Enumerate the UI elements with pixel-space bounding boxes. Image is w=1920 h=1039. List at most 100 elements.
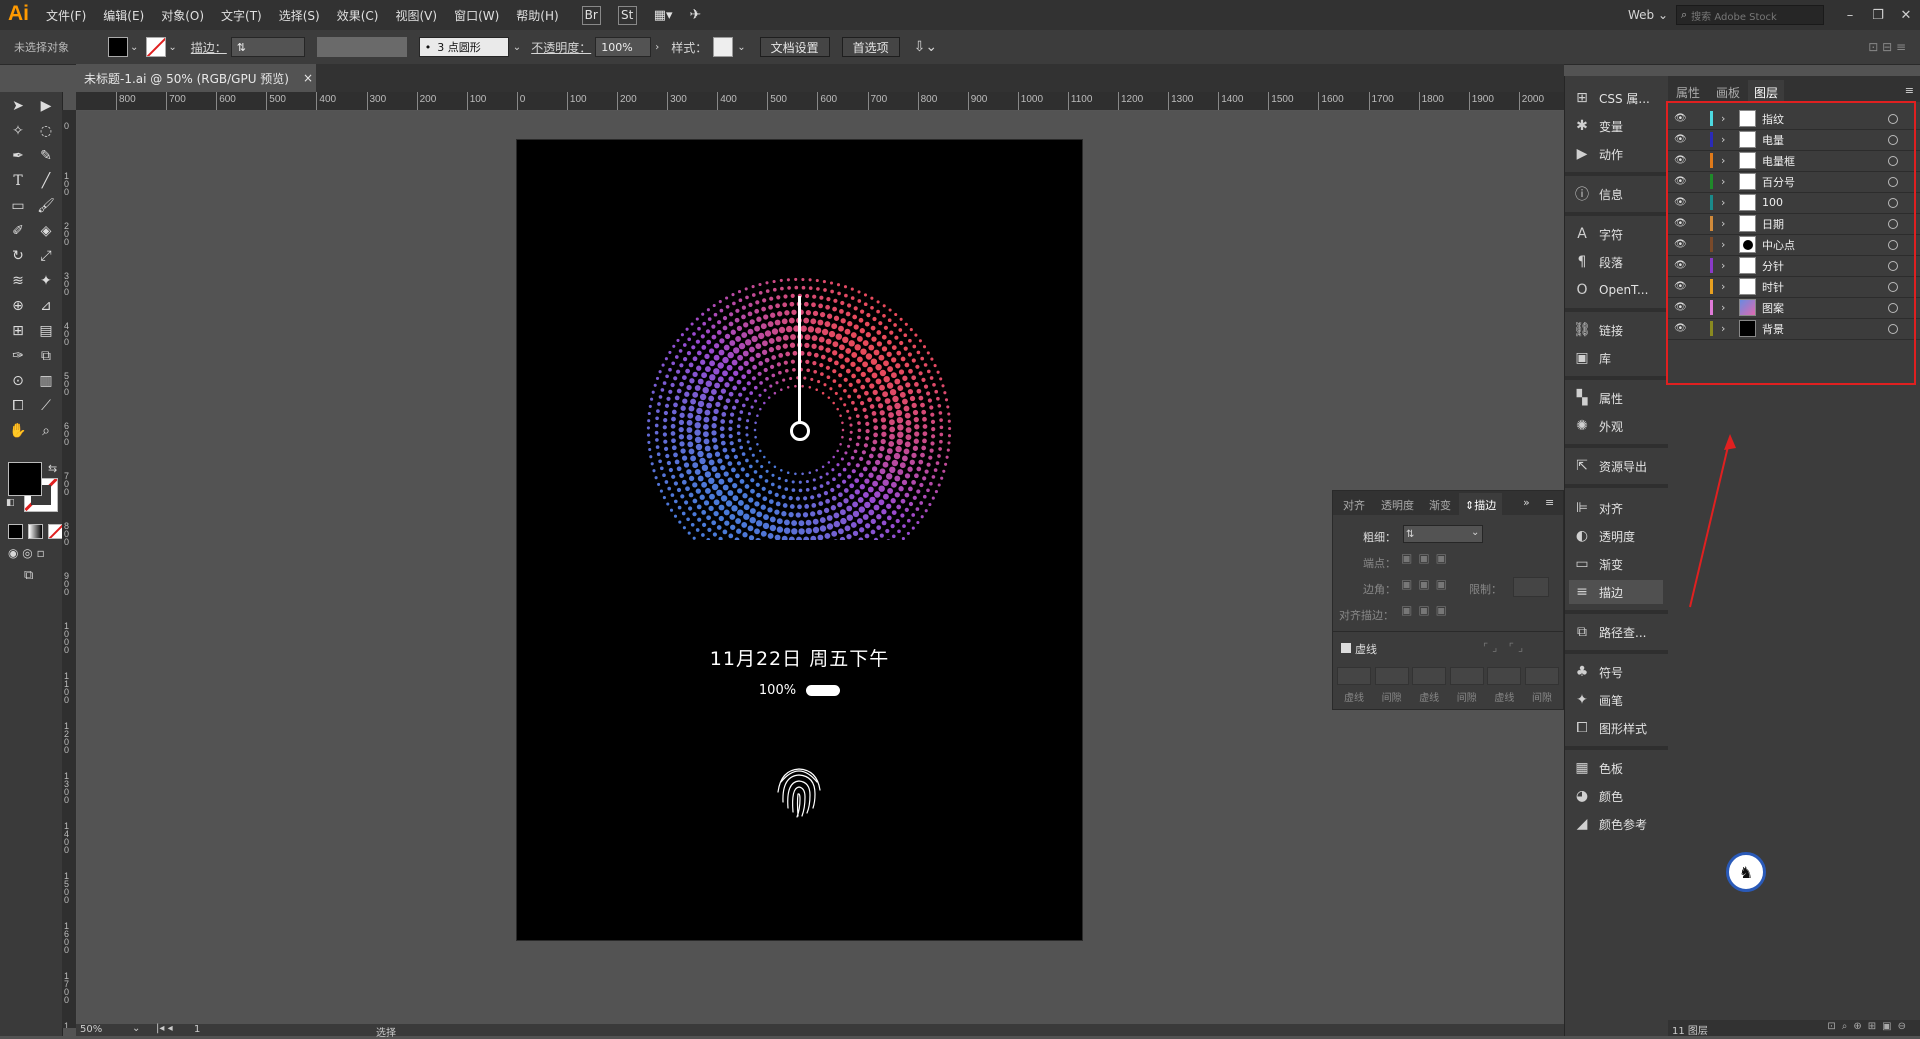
fill-dropdown-icon[interactable]: ⌄	[130, 42, 138, 53]
arrange-icon[interactable]: ⇩⌄	[914, 39, 937, 55]
panel-align[interactable]: ⊫ 对齐	[1573, 496, 1623, 520]
stroke-swatch[interactable]	[146, 37, 167, 57]
puppet-warp-tool-icon[interactable]: ✦	[34, 269, 58, 293]
gpu-performance-icon[interactable]: ✈	[690, 7, 702, 23]
hand-tool-icon[interactable]: ✋	[6, 419, 30, 443]
shaper-tool-icon[interactable]: ✐	[6, 219, 30, 243]
fill-swatch[interactable]	[108, 37, 128, 57]
dash-gap-field[interactable]: 虚线	[1487, 667, 1522, 704]
dash-gap-input[interactable]	[1412, 667, 1447, 685]
stroke-panel-menu-icon[interactable]: ≡	[1545, 496, 1554, 509]
tab-artboards[interactable]: 画板	[1716, 84, 1740, 101]
stock-search[interactable]: ⌕ 搜索 Adobe Stock	[1676, 5, 1824, 25]
stock-button[interactable]: St	[617, 5, 637, 25]
stroke-dropdown-icon[interactable]: ⌄	[168, 42, 176, 53]
variable-width-profile[interactable]	[316, 37, 407, 57]
battery-percent[interactable]: 100%	[759, 683, 796, 698]
expand-icon[interactable]: »	[1523, 496, 1530, 509]
selection-tool-icon[interactable]: ➤	[6, 94, 30, 118]
panel-transparency[interactable]: ◐ 透明度	[1573, 524, 1635, 548]
blend-tool-icon[interactable]: ⧉	[34, 344, 58, 368]
warp-tool-icon[interactable]: ≋	[6, 269, 30, 293]
horizontal-ruler[interactable]: 800 700 600 500 400 300 200 100 0 100 200 300 400 500…	[76, 92, 1564, 111]
style-swatch[interactable]	[713, 37, 734, 57]
artboard-tool-icon[interactable]: ⧠	[6, 394, 30, 418]
zoom-level[interactable]: 50%	[80, 1024, 102, 1035]
magic-wand-tool-icon[interactable]: ✧	[6, 119, 30, 143]
paintbrush-tool-icon[interactable]: 🖌	[34, 194, 58, 218]
shape-builder-tool-icon[interactable]: ⊕	[6, 294, 30, 318]
dash-gap-field[interactable]: 间隙	[1449, 667, 1484, 704]
cap-buttons[interactable]: ▣▣▣	[1401, 551, 1453, 565]
weight-dropdown-icon[interactable]: ⌄	[1471, 527, 1479, 538]
pen-tool-icon[interactable]: ✒	[6, 144, 30, 168]
panel-links[interactable]: ⛓ 链接	[1573, 318, 1623, 342]
swap-colors-icon[interactable]: ⇆	[48, 462, 57, 475]
clock-hand[interactable]	[798, 296, 801, 424]
menu-help[interactable]: 帮助(H)	[516, 7, 558, 24]
panel-attributes[interactable]: ▚ 属性	[1573, 386, 1623, 410]
menu-effect[interactable]: 效果(C)	[337, 7, 379, 24]
panel-symbols[interactable]: ♣ 符号	[1573, 660, 1623, 684]
perspective-grid-tool-icon[interactable]: ⊿	[34, 294, 58, 318]
close-window-button[interactable]: ✕	[1892, 5, 1920, 25]
maximize-button[interactable]: ❐	[1864, 5, 1892, 25]
panel-graphic-styles[interactable]: ⧠ 图形样式	[1573, 716, 1647, 740]
panel-info[interactable]: ⓘ 信息	[1573, 182, 1623, 206]
brush-definition[interactable]: • 3 点圆形	[418, 37, 509, 57]
eyedropper-tool-icon[interactable]: ✑	[6, 344, 30, 368]
document-setup-button[interactable]: 文档设置	[759, 37, 830, 57]
panel-css[interactable]: ⊞ CSS 属...	[1573, 86, 1650, 110]
panel-appearance[interactable]: ✺ 外观	[1573, 414, 1623, 438]
panel-actions[interactable]: ▶ 动作	[1573, 142, 1623, 166]
menu-window[interactable]: 窗口(W)	[454, 7, 499, 24]
panel-menu-icon[interactable]: ≡	[1905, 84, 1914, 97]
style-dropdown-icon[interactable]: ⌄	[737, 42, 745, 53]
workspace-switcher[interactable]: Web ⌄	[1628, 8, 1668, 22]
close-tab-icon[interactable]: ×	[303, 71, 313, 85]
panel-character[interactable]: A 字符	[1573, 222, 1623, 246]
dash-gap-field[interactable]: 间隙	[1524, 667, 1559, 704]
type-tool-icon[interactable]: T	[6, 169, 30, 193]
panel-library[interactable]: ▣ 库	[1573, 346, 1611, 370]
none-mode-icon[interactable]	[48, 524, 63, 539]
menu-view[interactable]: 视图(V)	[395, 7, 437, 24]
center-point[interactable]	[790, 421, 810, 441]
eraser-tool-icon[interactable]: ◈	[34, 219, 58, 243]
bridge-button[interactable]: Br	[581, 5, 601, 25]
menu-object[interactable]: 对象(O)	[161, 7, 204, 24]
dash-gap-input[interactable]	[1449, 667, 1484, 685]
panel-color-guide[interactable]: ◢ 颜色参考	[1573, 812, 1647, 836]
dash-gap-input[interactable]	[1524, 667, 1559, 685]
scale-tool-icon[interactable]: ⤢	[34, 244, 58, 268]
panel-opentype[interactable]: O OpenT...	[1573, 278, 1648, 302]
vertical-ruler[interactable]: 0 100 200 300 400 500 600 700 800 900 1000 1100 1200…	[62, 110, 77, 1028]
battery-bar[interactable]	[806, 685, 841, 696]
page-number[interactable]: 1	[194, 1024, 200, 1035]
tab-transparency[interactable]: 透明度	[1381, 497, 1414, 513]
mesh-tool-icon[interactable]: ⊞	[6, 319, 30, 343]
dash-gap-input[interactable]	[1374, 667, 1409, 685]
stroke-label[interactable]: 描边：	[191, 39, 227, 56]
direct-selection-tool-icon[interactable]: ▶	[34, 94, 58, 118]
panel-asset-export[interactable]: ⇱ 资源导出	[1573, 454, 1647, 478]
dash-gap-field[interactable]: 间隙	[1374, 667, 1409, 704]
menu-edit[interactable]: 编辑(E)	[103, 7, 144, 24]
control-overflow-icon[interactable]: ⊡ ⊟ ≡	[1868, 40, 1906, 54]
page-nav-icon[interactable]: |◂ ◂	[156, 1023, 173, 1034]
dash-gap-field[interactable]: 虚线	[1337, 667, 1371, 704]
tab-align[interactable]: 对齐	[1343, 497, 1365, 513]
fingerprint-icon[interactable]	[773, 762, 825, 818]
dash-gap-field[interactable]: 虚线	[1412, 667, 1447, 704]
stroke-weight-input[interactable]: ⇅	[230, 37, 305, 57]
zoom-dropdown-icon[interactable]: ⌄	[132, 1023, 140, 1034]
minimize-button[interactable]: –	[1836, 5, 1864, 25]
panel-swatches[interactable]: ▦ 色板	[1573, 756, 1623, 780]
menu-file[interactable]: 文件(F)	[46, 7, 86, 24]
panel-brushes[interactable]: ✦ 画笔	[1573, 688, 1623, 712]
fill-color-box[interactable]	[8, 462, 42, 496]
opacity-arrow-icon[interactable]: ›	[655, 42, 659, 53]
panel-pathfinder[interactable]: ⧉ 路径查...	[1573, 620, 1646, 644]
menu-type[interactable]: 文字(T)	[221, 7, 262, 24]
limit-input[interactable]	[1513, 577, 1549, 597]
